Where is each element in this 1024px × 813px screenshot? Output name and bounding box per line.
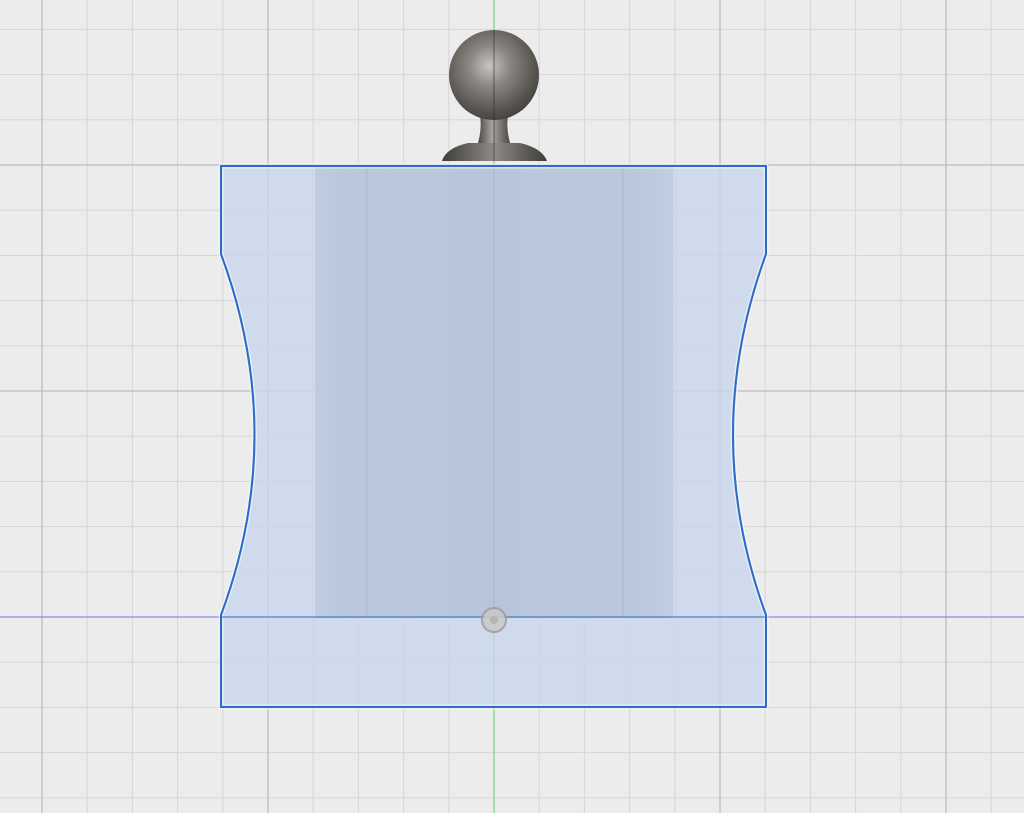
origin-point-icon[interactable] (481, 607, 507, 633)
3d-viewport-canvas[interactable] (0, 0, 1024, 813)
